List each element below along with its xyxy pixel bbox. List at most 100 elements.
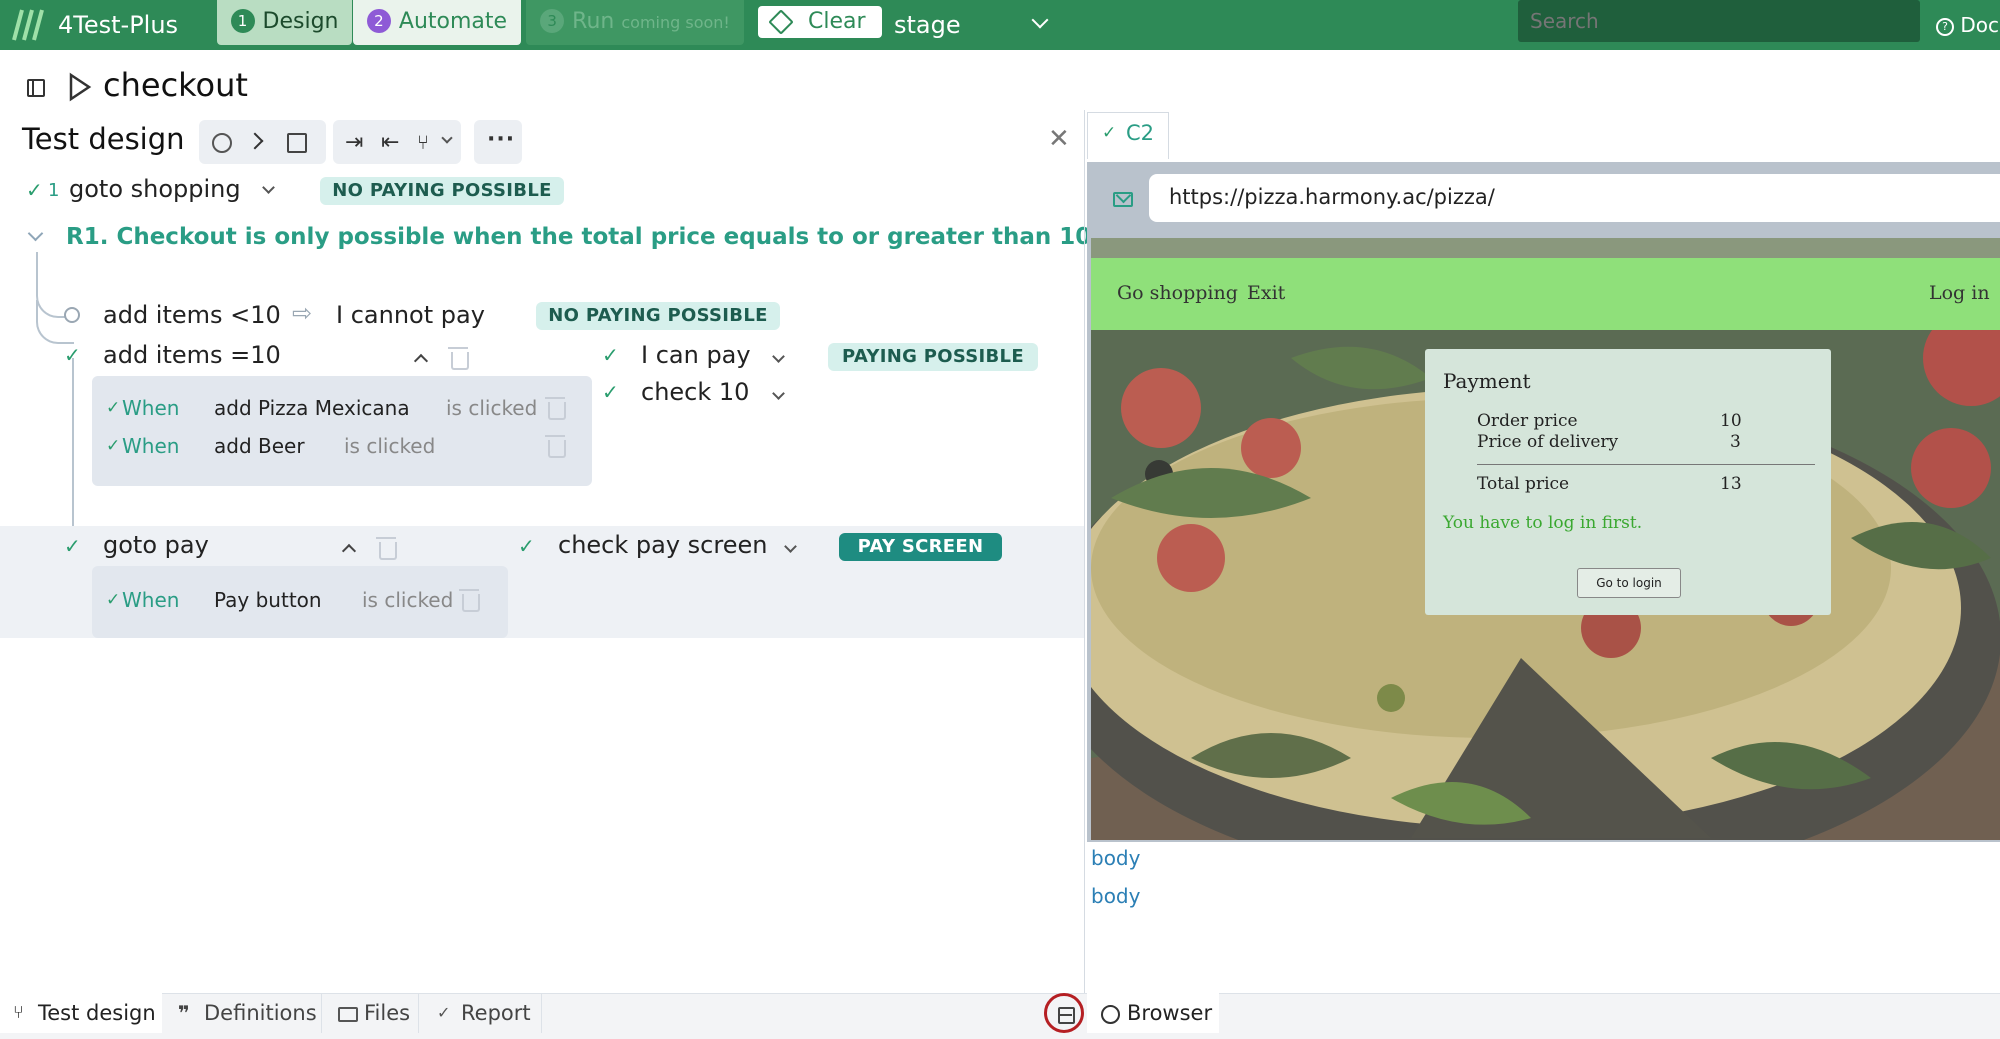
record-icon[interactable]: [212, 133, 232, 153]
pending-circle-icon: [64, 307, 80, 323]
tab-label: Automate: [398, 9, 508, 34]
action-add-items-eq10[interactable]: add items =10: [103, 341, 281, 369]
test-design-title: Test design: [22, 122, 185, 156]
chevron-down-icon[interactable]: [772, 350, 785, 363]
go-to-login-label: Go to login: [1596, 576, 1662, 590]
search-input[interactable]: [1518, 0, 1920, 42]
expand-right-icon[interactable]: ⇥: [345, 130, 363, 155]
sidebar-toggle-icon[interactable]: [27, 79, 45, 97]
check-icon: ✓: [106, 436, 121, 456]
step-event: is clicked: [344, 434, 436, 458]
stage-select[interactable]: stage: [894, 0, 1054, 50]
result-check-10[interactable]: check 10: [641, 378, 749, 406]
site-nav-log-in[interactable]: Log in: [1929, 282, 1990, 304]
step-keyword: When: [122, 396, 180, 420]
logo-icon: [8, 6, 48, 44]
step-row[interactable]: ✓ When add Beer is clicked: [106, 434, 576, 464]
clear-label: Clear: [808, 9, 866, 34]
bottom-tab-test-design[interactable]: ⑂ Test design: [0, 993, 162, 1033]
step-box: ✓ When Pay button is clicked: [92, 566, 508, 638]
check-icon: ✓: [602, 343, 619, 367]
result-i-can-pay[interactable]: I can pay: [641, 341, 751, 369]
payment-panel: Payment Order price 10 Price of delivery…: [1425, 349, 1831, 615]
step-target: add Beer: [214, 434, 305, 458]
action-add-items-lt10[interactable]: add items <10: [103, 301, 281, 329]
chevron-down-icon[interactable]: [441, 132, 453, 144]
step-event: is clicked: [362, 588, 454, 612]
tab-automate[interactable]: 2 Automate: [353, 0, 521, 45]
close-icon[interactable]: ✕: [1048, 124, 1070, 154]
result-i-cannot-pay[interactable]: I cannot pay: [336, 301, 485, 329]
website-viewport: Go shopping Exit Log in Payment Order pr…: [1091, 238, 2000, 840]
split-panel-button[interactable]: [1044, 993, 1084, 1033]
body-link[interactable]: body: [1091, 884, 1140, 908]
bottom-tab-files[interactable]: Files: [322, 993, 419, 1033]
stop-icon[interactable]: [287, 133, 307, 153]
check-icon: ✓: [437, 1003, 451, 1022]
total-label: Total price: [1477, 474, 1570, 494]
more-button[interactable]: ···: [474, 120, 522, 164]
tab-design[interactable]: 1 Design: [217, 0, 352, 45]
play-icon[interactable]: [68, 72, 92, 106]
step-target: add Pizza Mexicana: [214, 396, 410, 420]
row-number: 1: [48, 180, 60, 201]
step-number: 1: [230, 9, 255, 33]
body-link[interactable]: body: [1091, 846, 1140, 870]
order-price-label: Order price: [1477, 411, 1578, 431]
step-keyword: When: [122, 434, 180, 458]
mail-icon[interactable]: [1113, 187, 1133, 207]
trash-icon[interactable]: [545, 397, 566, 420]
action-goto-pay[interactable]: goto pay: [103, 531, 209, 559]
run-controls: [199, 120, 326, 164]
bottom-tab-browser[interactable]: Browser: [1087, 993, 1219, 1033]
result-check-pay-screen[interactable]: check pay screen: [558, 531, 767, 559]
action-goto-shopping[interactable]: goto shopping: [69, 175, 241, 203]
trash-icon[interactable]: [376, 537, 397, 560]
step-row[interactable]: ✓ When Pay button is clicked: [106, 588, 496, 618]
step-number: 2: [366, 9, 391, 33]
site-nav-go-shopping[interactable]: Go shopping: [1117, 282, 1238, 304]
chevron-down-icon[interactable]: [772, 387, 785, 400]
browser-tab-c2[interactable]: ✓ C2: [1087, 112, 1169, 159]
tab-label: Definitions: [204, 1001, 317, 1025]
bottom-tab-definitions[interactable]: ❞ Definitions: [166, 993, 322, 1033]
check-icon: ✓: [602, 380, 619, 404]
chevron-down-icon: [1031, 11, 1049, 29]
chevron-down-icon[interactable]: [27, 225, 44, 242]
step-forward-icon[interactable]: [246, 132, 264, 150]
state-badge: PAY SCREEN: [839, 533, 1002, 561]
check-icon: ✓: [518, 534, 535, 558]
go-to-login-button[interactable]: Go to login: [1577, 568, 1681, 598]
url-bar[interactable]: https://pizza.harmony.ac/pizza/: [1149, 174, 2000, 222]
delivery-value: 3: [1730, 432, 1741, 452]
panel-divider[interactable]: [1084, 110, 1085, 996]
tab-label: Files: [364, 1001, 411, 1025]
step-row[interactable]: ✓ When add Pizza Mexicana is clicked: [106, 396, 576, 426]
check-icon: ✓: [64, 534, 81, 558]
docs-link[interactable]: ? Doc: [1936, 0, 1999, 50]
tab-label: Design: [262, 9, 339, 34]
trash-icon[interactable]: [459, 589, 480, 612]
check-icon: ✓: [64, 343, 81, 367]
state-badge: PAYING POSSIBLE: [828, 343, 1038, 371]
chevron-down-icon[interactable]: [262, 181, 275, 194]
eraser-icon: [768, 9, 794, 35]
tab-label: Test design: [38, 1001, 156, 1025]
check-icon: ✓: [1102, 123, 1117, 143]
chevron-up-icon[interactable]: [413, 353, 429, 369]
site-nav-exit[interactable]: Exit: [1247, 282, 1285, 304]
globe-icon: [1101, 1005, 1120, 1024]
trash-icon[interactable]: [448, 347, 469, 370]
bottom-tab-report[interactable]: ✓ Report: [419, 993, 542, 1033]
delivery-label: Price of delivery: [1477, 432, 1619, 452]
branch-icon: ⑂: [13, 1002, 24, 1023]
branch-icon[interactable]: ⑂: [417, 130, 429, 154]
collapse-left-icon[interactable]: ⇤: [381, 130, 399, 155]
step-number: 3: [540, 9, 565, 33]
folder-icon: [338, 1007, 358, 1022]
state-badge: NO PAYING POSSIBLE: [536, 302, 780, 330]
search-field[interactable]: [1528, 6, 1912, 36]
clear-button[interactable]: Clear: [758, 6, 882, 38]
trash-icon[interactable]: [545, 435, 566, 458]
page-title: checkout: [103, 66, 248, 104]
